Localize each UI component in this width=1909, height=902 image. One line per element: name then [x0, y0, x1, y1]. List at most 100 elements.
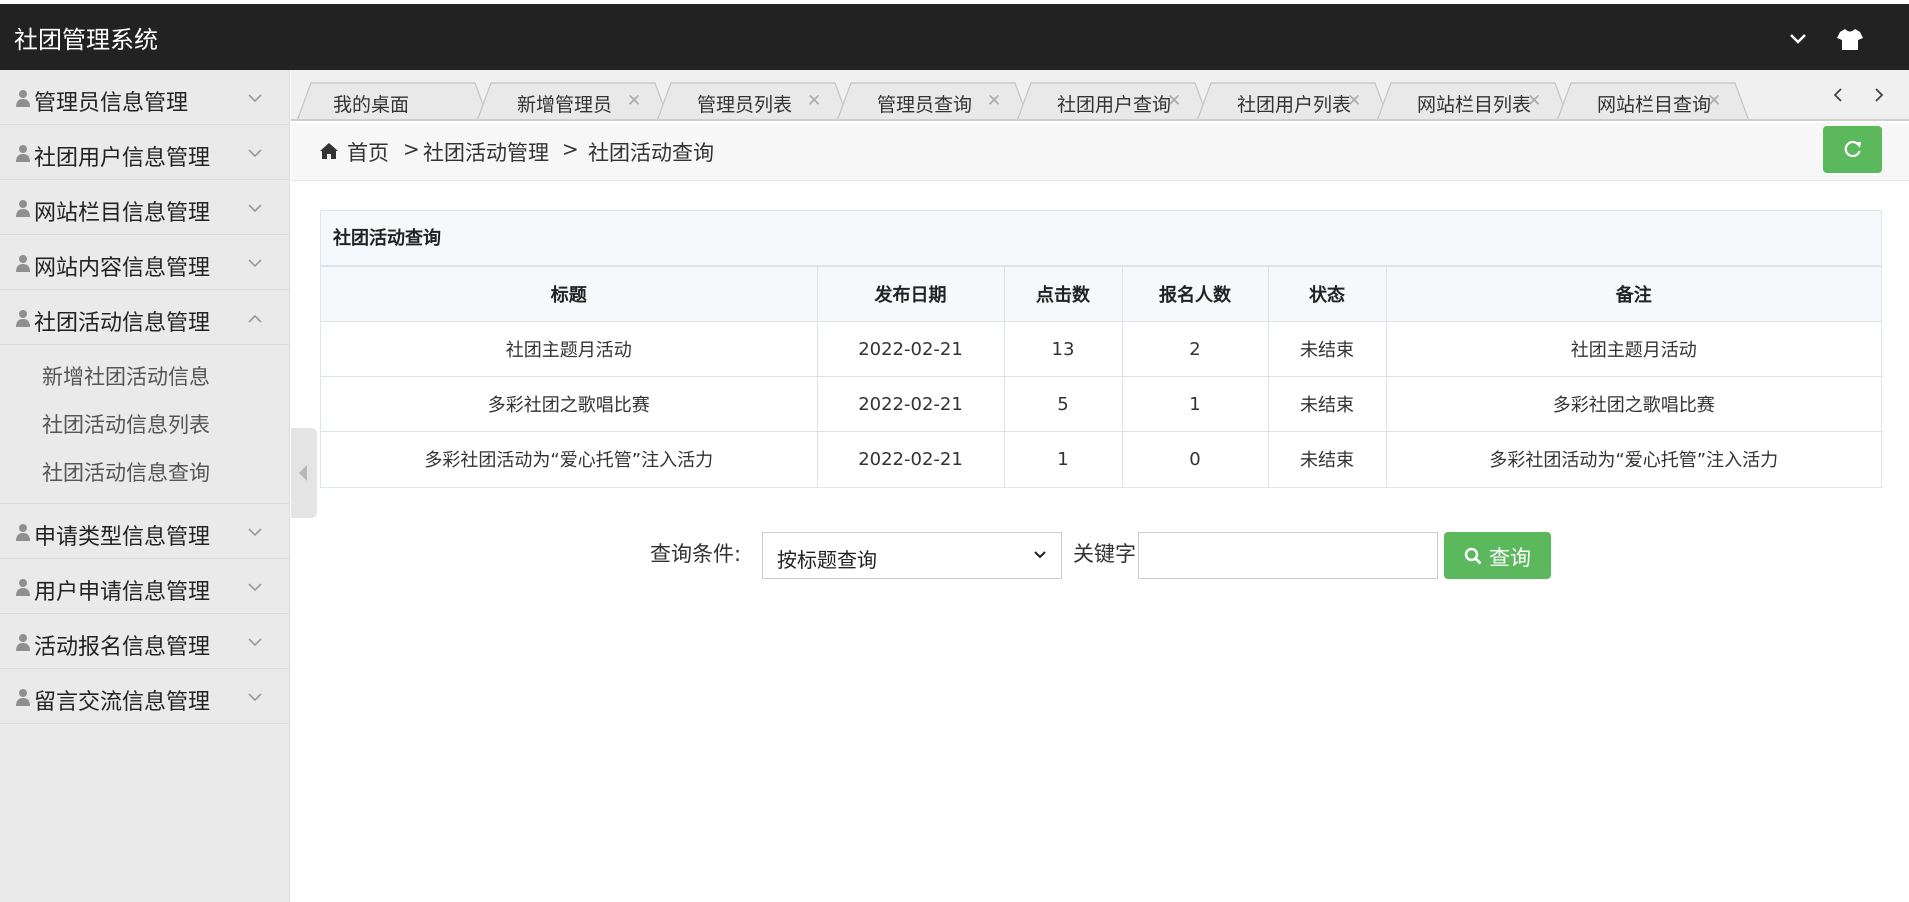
table-cell: 社团主题月活动 [1385, 321, 1881, 377]
tab-close-icon[interactable]: ✕ [1347, 91, 1361, 111]
keyword-label: 关键字 [1073, 542, 1136, 566]
keyword-input[interactable] [1138, 532, 1438, 579]
tab-item[interactable]: 我的桌面 [297, 82, 489, 119]
sidebar-item[interactable]: 社团活动信息管理 [0, 290, 289, 345]
chevron-down-icon [248, 259, 262, 268]
table-row[interactable]: 社团主题月活动 2022-02-21 13 2 未结束 社团主题月活动 [321, 321, 1881, 377]
table-cell: 多彩社团之歌唱比赛 [1385, 376, 1881, 432]
sidebar-item-label: 社团活动信息管理 [34, 311, 211, 336]
table-header-cell: 状态 [1267, 266, 1387, 322]
sidebar-item[interactable]: 活动报名信息管理 [0, 614, 289, 669]
user-icon [16, 90, 30, 107]
sidebar-item-label: 留言交流信息管理 [34, 690, 211, 715]
sidebar-subitem[interactable]: 社团活动信息列表 [0, 401, 289, 449]
tab-label: 我的桌面 [333, 94, 410, 116]
sidebar-item-label: 活动报名信息管理 [34, 635, 211, 660]
breadcrumb-level1[interactable]: 社团活动管理 [423, 137, 549, 167]
tab-item[interactable]: 管理员查询 ✕ [837, 82, 1029, 119]
tab-label: 管理员列表 [697, 94, 793, 116]
breadcrumb-home[interactable]: 首页 [347, 137, 389, 167]
chevron-down-icon[interactable] [1785, 26, 1811, 52]
tab-close-icon[interactable]: ✕ [987, 91, 1001, 111]
tab-close-icon[interactable]: ✕ [627, 91, 641, 111]
top-bar: 社团管理系统 [0, 0, 1909, 70]
table-cell: 多彩社团之歌唱比赛 [321, 376, 818, 432]
query-button-label: 查询 [1489, 546, 1531, 570]
user-icon [16, 255, 30, 272]
home-icon [320, 143, 338, 159]
sidebar-item[interactable]: 社团用户信息管理 [0, 125, 289, 180]
sidebar-item[interactable]: 用户申请信息管理 [0, 559, 289, 614]
chevron-right-icon [1875, 88, 1884, 102]
tab-item[interactable]: 网站栏目列表 ✕ [1377, 82, 1569, 119]
chevron-down-icon [248, 528, 262, 537]
table-body: 社团主题月活动 2022-02-21 13 2 未结束 社团主题月活动 多彩社团之歌唱比赛 2… [321, 321, 1881, 487]
sidebar-item[interactable]: 留言交流信息管理 [0, 669, 289, 724]
query-button[interactable]: 查询 [1444, 532, 1551, 579]
tab-label: 新增管理员 [517, 94, 613, 116]
sidebar-item[interactable]: 网站内容信息管理 [0, 235, 289, 290]
tab-scroll-left-button[interactable] [1818, 70, 1858, 119]
tab-close-icon[interactable]: ✕ [1167, 91, 1181, 111]
sidebar-subitem[interactable]: 新增社团活动信息 [0, 353, 289, 401]
refresh-button[interactable] [1823, 126, 1882, 173]
table-header-cell: 发布日期 [816, 266, 1005, 322]
search-condition-label: 查询条件: [650, 542, 742, 566]
table-cell: 社团主题月活动 [321, 321, 818, 377]
sidebar-item-label: 用户申请信息管理 [34, 580, 211, 605]
table-header-cell: 标题 [321, 266, 818, 322]
tab-item[interactable]: 社团用户查询 ✕ [1017, 82, 1209, 119]
table-header-cell: 报名人数 [1121, 266, 1269, 322]
tab-label: 网站栏目查询 [1597, 94, 1712, 116]
table-cell: 多彩社团活动为“爱心托管”注入活力 [1385, 431, 1881, 487]
chevron-down-icon [248, 638, 262, 647]
sidebar-item-label: 管理员信息管理 [34, 91, 189, 116]
sidebar-item[interactable]: 管理员信息管理 [0, 70, 289, 125]
activity-panel: 社团活动查询 标题 发布日期 点击数 报名人数 状态 备注 社团主题月活动 2022-02-… [320, 210, 1882, 488]
sidebar-subitem[interactable]: 社团活动信息查询 [0, 449, 289, 497]
chevron-down-icon [248, 693, 262, 702]
tab-item[interactable]: 新增管理员 ✕ [477, 82, 669, 119]
user-icon [16, 200, 30, 217]
table-cell: 未结束 [1267, 376, 1387, 432]
tab-item[interactable]: 社团用户列表 ✕ [1197, 82, 1389, 119]
table-row[interactable]: 多彩社团活动为“爱心托管”注入活力 2022-02-21 1 0 未结束 多彩社团活动为“… [321, 431, 1881, 487]
sidebar-item-label: 申请类型信息管理 [34, 525, 211, 550]
user-icon [16, 634, 30, 651]
tshirt-icon[interactable] [1836, 26, 1864, 52]
chevron-down-icon [248, 583, 262, 592]
tab-close-icon[interactable]: ✕ [1707, 91, 1721, 111]
table-cell: 13 [1003, 321, 1123, 377]
sidebar-item[interactable]: 申请类型信息管理 [0, 504, 289, 559]
caret-left-icon [299, 465, 307, 481]
table-cell: 2 [1121, 321, 1269, 377]
app-title: 社团管理系统 [14, 26, 158, 54]
chevron-down-icon [248, 94, 262, 103]
chevron-down-icon [248, 149, 262, 158]
tab-close-icon[interactable]: ✕ [1527, 91, 1541, 111]
breadcrumb-separator: > [562, 137, 579, 161]
sidebar-item-label: 社团用户信息管理 [34, 146, 211, 171]
sidebar: 管理员信息管理 社团用户信息管理 网站栏目信息管理 网站内容信息管理 社团活动信息管理新… [0, 70, 290, 902]
panel-title: 社团活动查询 [321, 211, 1881, 266]
chevron-left-icon [1833, 88, 1842, 102]
breadcrumb-level2: 社团活动查询 [588, 141, 714, 165]
sidebar-item-label: 网站内容信息管理 [34, 256, 211, 281]
table-cell: 2022-02-21 [816, 431, 1005, 487]
tab-item[interactable]: 管理员列表 ✕ [657, 82, 849, 119]
user-icon [16, 145, 30, 162]
sidebar-item-label: 网站栏目信息管理 [34, 201, 211, 226]
search-icon [1464, 547, 1482, 565]
table-cell: 1 [1003, 431, 1123, 487]
table-cell: 未结束 [1267, 321, 1387, 377]
sidebar-item[interactable]: 网站栏目信息管理 [0, 180, 289, 235]
table-row[interactable]: 多彩社团之歌唱比赛 2022-02-21 5 1 未结束 多彩社团之歌唱比赛 [321, 376, 1881, 432]
user-icon [16, 524, 30, 541]
search-condition-select[interactable]: 按标题查询 [762, 532, 1062, 579]
tab-label: 网站栏目列表 [1417, 94, 1532, 116]
tab-scroll-right-button[interactable] [1859, 70, 1899, 119]
tab-close-icon[interactable]: ✕ [807, 91, 821, 111]
tab-item[interactable]: 网站栏目查询 ✕ [1557, 82, 1749, 119]
sidebar-collapse-handle[interactable] [291, 428, 317, 518]
sidebar-submenu: 新增社团活动信息 社团活动信息列表 社团活动信息查询 [0, 345, 289, 504]
